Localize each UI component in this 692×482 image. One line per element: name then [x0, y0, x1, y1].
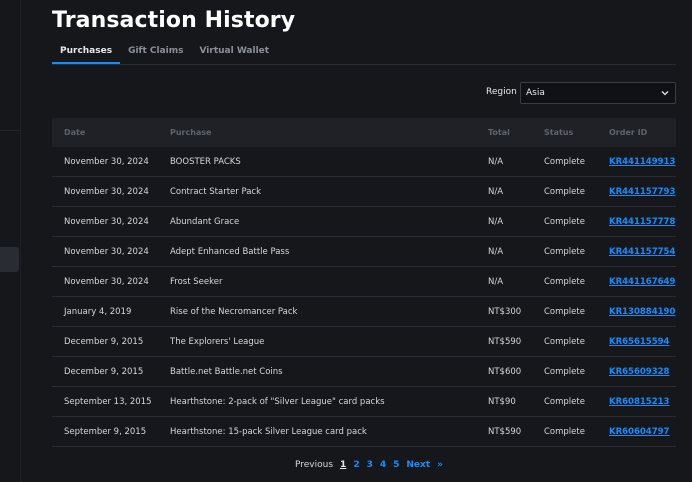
row-purchase: Frost Seeker: [170, 277, 223, 287]
order-id-link[interactable]: KR441149913: [609, 157, 675, 167]
table-row: September 13, 2015 Hearthstone: 2-pack o…: [52, 387, 676, 417]
left-rail: [0, 0, 21, 482]
page-title: Transaction History: [52, 8, 296, 33]
row-total: N/A: [488, 217, 504, 227]
order-id-link[interactable]: KR60815213: [609, 397, 669, 407]
row-status: Complete: [544, 157, 585, 167]
page-link-4[interactable]: 4: [380, 460, 386, 470]
region-select[interactable]: Asia: [520, 82, 676, 104]
row-total: NT$600: [488, 367, 522, 377]
header-date: Date: [64, 128, 86, 137]
row-total: NT$300: [488, 307, 522, 317]
row-date: November 30, 2024: [64, 247, 149, 257]
header-purchase: Purchase: [170, 128, 212, 137]
row-total: NT$590: [488, 427, 522, 437]
row-purchase: The Explorers' League: [170, 337, 265, 347]
row-date: November 30, 2024: [64, 157, 149, 167]
header-total: Total: [488, 128, 510, 137]
row-total: N/A: [488, 247, 504, 257]
table-row: November 30, 2024 Adept Enhanced Battle …: [52, 237, 676, 267]
tab-gift-claims[interactable]: Gift Claims: [120, 40, 191, 64]
row-status: Complete: [544, 187, 585, 197]
rail-active-item[interactable]: [0, 247, 19, 272]
region-label: Region: [486, 87, 517, 97]
tabs-divider: [52, 64, 676, 65]
row-date: November 30, 2024: [64, 277, 149, 287]
header-status: Status: [544, 128, 574, 137]
page-link-2[interactable]: 2: [353, 460, 359, 470]
tab-bar: Purchases Gift Claims Virtual Wallet: [52, 40, 277, 64]
row-purchase: Rise of the Necromancer Pack: [170, 307, 298, 317]
row-total: NT$590: [488, 337, 522, 347]
order-id-link[interactable]: KR441167649: [609, 277, 675, 287]
row-status: Complete: [544, 337, 585, 347]
table-row: November 30, 2024 Abundant Grace N/A Com…: [52, 207, 676, 237]
row-status: Complete: [544, 397, 585, 407]
order-id-link[interactable]: KR441157778: [609, 217, 675, 227]
order-id-link[interactable]: KR441157793: [609, 187, 675, 197]
row-purchase: Hearthstone: 2-pack of "Silver League" c…: [170, 397, 385, 407]
row-purchase: BOOSTER PACKS: [170, 157, 241, 167]
row-total: NT$90: [488, 397, 516, 407]
table-row: January 4, 2019 Rise of the Necromancer …: [52, 297, 676, 327]
table-row: December 9, 2015 Battle.net Battle.net C…: [52, 357, 676, 387]
pagination: Previous 1 2 3 4 5 Next »: [295, 460, 450, 470]
table-row: November 30, 2024 Frost Seeker N/A Compl…: [52, 267, 676, 297]
row-purchase: Contract Starter Pack: [170, 187, 262, 197]
header-order-id: Order ID: [609, 128, 648, 137]
row-date: September 13, 2015: [64, 397, 152, 407]
table-row: December 9, 2015 The Explorers' League N…: [52, 327, 676, 357]
chevron-down-icon: [660, 87, 670, 102]
order-id-link[interactable]: KR441157754: [609, 247, 675, 257]
tab-purchases[interactable]: Purchases: [52, 40, 121, 64]
row-date: November 30, 2024: [64, 217, 149, 227]
tab-virtual-wallet[interactable]: Virtual Wallet: [191, 40, 277, 64]
pagination-previous: Previous: [295, 460, 334, 470]
pagination-last[interactable]: »: [437, 460, 443, 470]
row-purchase: Adept Enhanced Battle Pass: [170, 247, 290, 257]
table-row: November 30, 2024 BOOSTER PACKS N/A Comp…: [52, 147, 676, 177]
row-date: January 4, 2019: [64, 307, 132, 317]
row-purchase: Abundant Grace: [170, 217, 240, 227]
row-status: Complete: [544, 247, 585, 257]
row-status: Complete: [544, 277, 585, 287]
page-link-5[interactable]: 5: [393, 460, 399, 470]
row-status: Complete: [544, 367, 585, 377]
page-link-3[interactable]: 3: [367, 460, 373, 470]
order-id-link[interactable]: KR65615594: [609, 337, 669, 347]
order-id-link[interactable]: KR60604797: [609, 427, 669, 437]
row-status: Complete: [544, 307, 585, 317]
page-link-1[interactable]: 1: [340, 460, 346, 470]
table-row: November 30, 2024 Contract Starter Pack …: [52, 177, 676, 207]
row-purchase: Hearthstone: 15-pack Silver League card …: [170, 427, 367, 437]
row-total: N/A: [488, 187, 504, 197]
table-header: Date Purchase Total Status Order ID: [52, 118, 676, 147]
row-total: N/A: [488, 277, 504, 287]
row-date: November 30, 2024: [64, 187, 149, 197]
row-total: N/A: [488, 157, 504, 167]
row-date: December 9, 2015: [64, 337, 144, 347]
row-date: December 9, 2015: [64, 367, 144, 377]
order-id-link[interactable]: KR130884190: [609, 307, 675, 317]
row-date: September 9, 2015: [64, 427, 147, 437]
pagination-next[interactable]: Next: [406, 460, 430, 470]
order-id-link[interactable]: KR65609328: [609, 367, 669, 377]
transactions-table: Date Purchase Total Status Order ID Nove…: [52, 118, 676, 447]
row-status: Complete: [544, 217, 585, 227]
row-status: Complete: [544, 427, 585, 437]
rail-divider: [0, 130, 20, 131]
row-purchase: Battle.net Battle.net Coins: [170, 367, 283, 377]
table-row: September 9, 2015 Hearthstone: 15-pack S…: [52, 417, 676, 447]
region-select-value: Asia: [526, 88, 545, 98]
